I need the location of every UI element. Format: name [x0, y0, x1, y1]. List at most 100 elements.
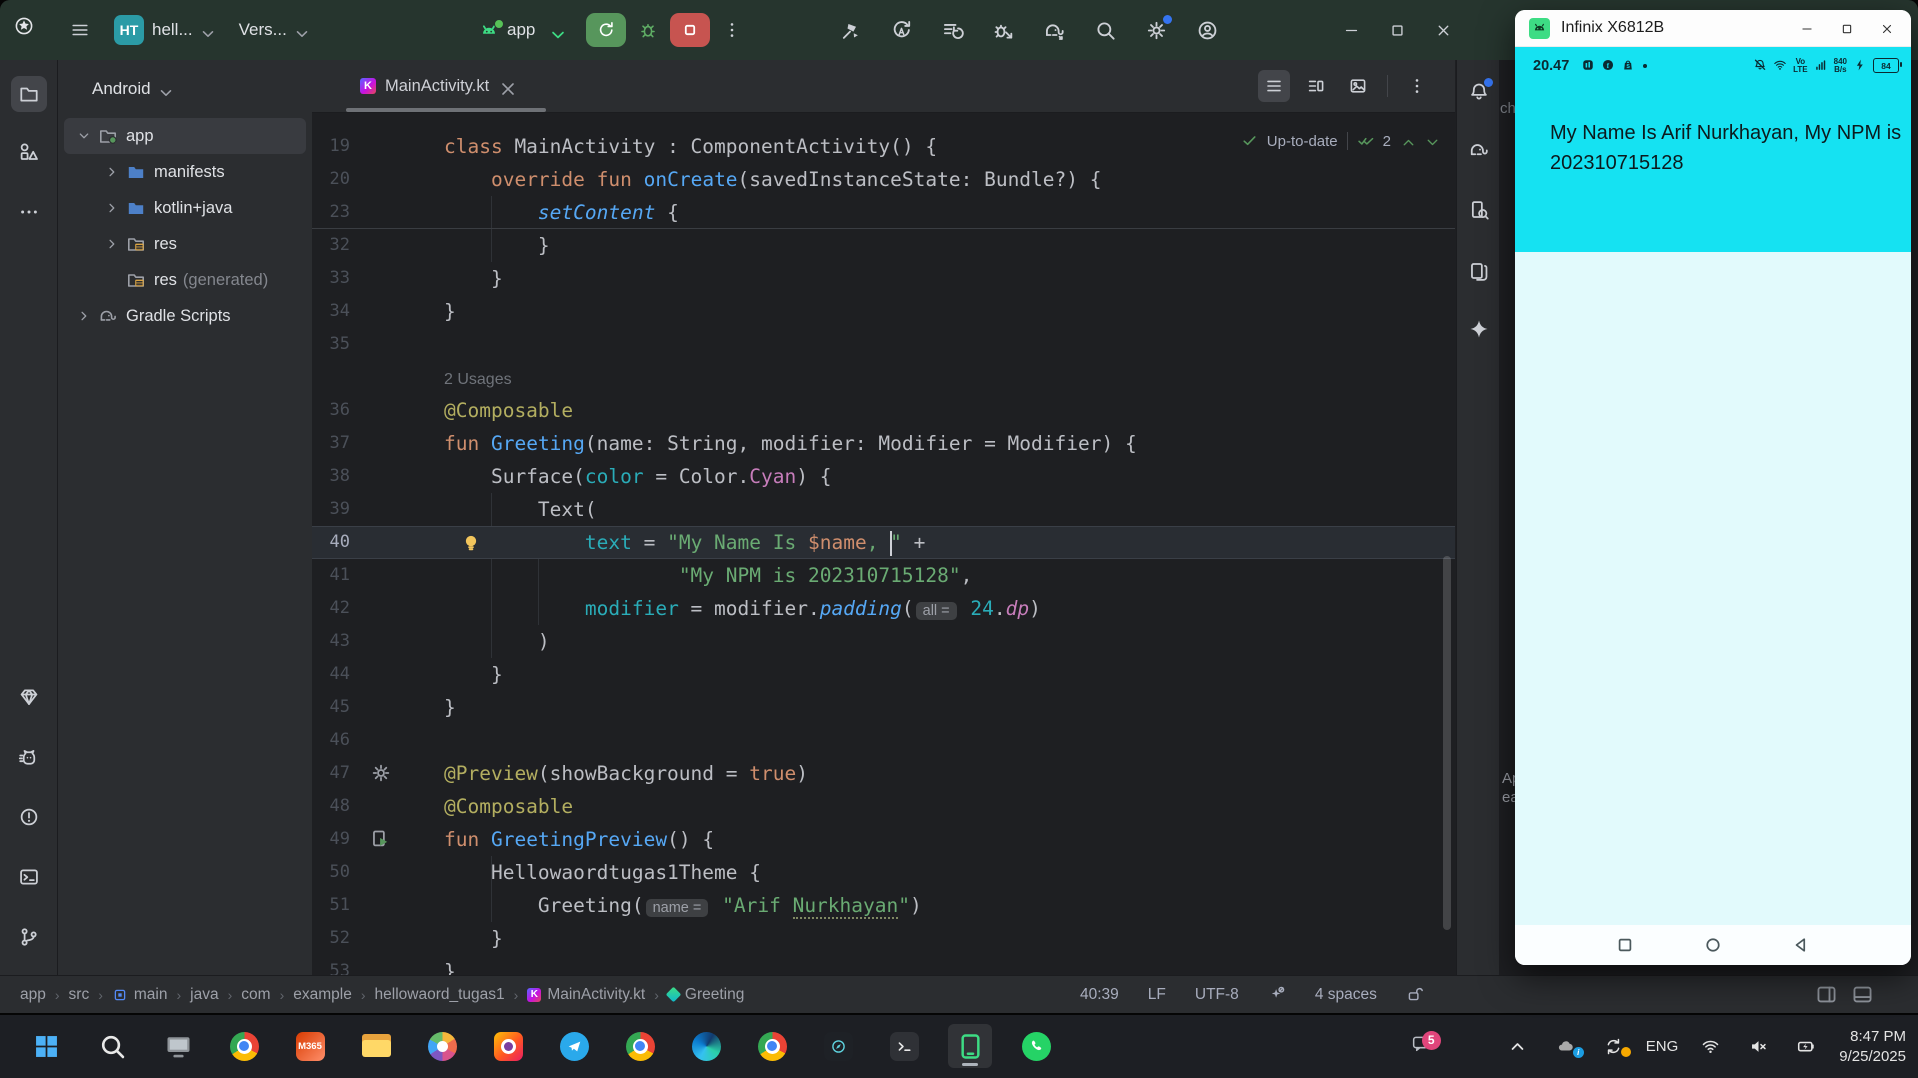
device-close-button[interactable] — [1867, 13, 1907, 43]
unlocked-icon[interactable] — [1406, 985, 1424, 1003]
line-number[interactable]: 45 — [312, 691, 350, 724]
taskbar-monitor-icon[interactable] — [156, 1024, 200, 1068]
line-separator[interactable]: LF — [1148, 986, 1166, 1004]
tool-window-gemini-button[interactable] — [1461, 311, 1497, 347]
language-indicator[interactable]: ENG — [1646, 1038, 1679, 1055]
home-button-icon[interactable] — [1704, 936, 1722, 954]
code-line[interactable]: 52 } — [312, 922, 1455, 955]
line-number[interactable]: 52 — [312, 922, 350, 955]
code-line[interactable]: 50 Hellowaordtugas1Theme { — [312, 856, 1455, 889]
run-configuration-selector[interactable]: app — [470, 13, 570, 47]
maximize-button[interactable] — [1374, 0, 1420, 60]
debug-button[interactable] — [632, 14, 664, 46]
project-view-selector[interactable]: Android — [58, 60, 312, 118]
line-number[interactable]: 42 — [312, 592, 350, 625]
profile-button[interactable] — [1190, 13, 1225, 48]
run-gutter-icon[interactable] — [370, 828, 392, 850]
tree-chevron-icon[interactable] — [104, 236, 120, 252]
sync-status-icon[interactable] — [1598, 1036, 1631, 1057]
minimize-button[interactable] — [1328, 0, 1374, 60]
line-number[interactable]: 53 — [312, 955, 350, 975]
line-number[interactable]: 47 — [312, 757, 350, 790]
code-line[interactable]: 34} — [312, 295, 1455, 328]
taskbar-chrome-icon[interactable] — [618, 1024, 662, 1068]
previous-problem-icon[interactable] — [1400, 134, 1415, 149]
taskbar-telegram-icon[interactable] — [552, 1024, 596, 1068]
apply-changes-button[interactable] — [884, 13, 919, 48]
code-line[interactable]: 36 @Composable — [312, 394, 1455, 427]
code-line[interactable]: 42 modifier = modifier.padding(all = 24.… — [312, 592, 1455, 625]
project-name[interactable]: hell... — [152, 20, 193, 40]
project-tree-item-manifests[interactable]: manifests — [64, 154, 306, 190]
code-line[interactable]: 48 @Composable — [312, 790, 1455, 823]
line-number[interactable]: 41 — [312, 559, 350, 592]
line-number[interactable]: 35 — [312, 328, 350, 361]
code-view-button[interactable] — [1258, 70, 1290, 102]
code-line[interactable]: 51 Greeting(name = "Arif Nurkhayan") — [312, 889, 1455, 922]
line-number[interactable]: 37 — [312, 427, 350, 460]
line-number[interactable]: 33 — [312, 262, 350, 295]
notification-badge-icon[interactable]: 5 — [1411, 1030, 1441, 1060]
taskbar-chrome-icon[interactable] — [750, 1024, 794, 1068]
profiler-button[interactable] — [935, 13, 970, 48]
code-line[interactable]: 41 "My NPM is 202310715128", — [312, 559, 1455, 592]
usages-inlay-hint[interactable]: 2 Usages — [444, 371, 512, 388]
inspection-widget[interactable]: Up-to-date 2 — [1241, 132, 1439, 150]
breadcrumb-item-app[interactable]: app — [20, 986, 46, 1004]
tool-window-notifications-button[interactable] — [1461, 74, 1497, 110]
settings-button[interactable] — [1139, 13, 1174, 48]
tool-window-layout-icon[interactable] — [1815, 983, 1838, 1006]
line-number[interactable]: 46 — [312, 724, 350, 757]
line-number[interactable]: 36 — [312, 394, 350, 427]
line-number[interactable]: 44 — [312, 658, 350, 691]
code-area[interactable]: 19 class MainActivity : ComponentActivity… — [312, 112, 1455, 975]
line-number[interactable]: 39 — [312, 493, 350, 526]
tool-window-gradle-button[interactable] — [1461, 132, 1497, 168]
line-number[interactable]: 49 — [312, 823, 350, 856]
code-line[interactable]: 2 Usages — [312, 361, 1455, 394]
code-line[interactable]: 39 Text( — [312, 493, 1455, 526]
attach-debugger-button[interactable] — [986, 13, 1021, 48]
tool-window-project-button[interactable] — [11, 76, 47, 112]
chevron-down-icon[interactable] — [198, 24, 213, 39]
volume-muted-icon[interactable] — [1743, 1036, 1774, 1057]
line-number[interactable]: 50 — [312, 856, 350, 889]
gradle-sync-button[interactable] — [1037, 13, 1072, 48]
editor-options-button[interactable] — [1401, 70, 1433, 102]
project-tree-item-res[interactable]: res — [64, 226, 306, 262]
tool-window-problems-button[interactable] — [11, 799, 47, 835]
next-problem-icon[interactable] — [1424, 134, 1439, 149]
tab-close-icon[interactable] — [498, 79, 515, 95]
code-line[interactable]: 44 } — [312, 658, 1455, 691]
taskbar-photos-icon[interactable] — [420, 1024, 464, 1068]
taskbar-device-mirror-icon[interactable] — [948, 1024, 992, 1068]
code-line[interactable]: 43 ) — [312, 625, 1455, 658]
more-run-options-button[interactable] — [716, 14, 748, 46]
wifi-tray-icon[interactable] — [1695, 1036, 1726, 1057]
ai-assistant-disabled-icon[interactable] — [1268, 985, 1286, 1003]
project-tree-item-app[interactable]: app — [64, 118, 306, 154]
device-app-screen[interactable]: My Name Is Arif Nurkhayan, My NPM is 202… — [1515, 84, 1911, 252]
main-menu-button[interactable] — [64, 14, 96, 46]
code-line[interactable]: 46 — [312, 724, 1455, 757]
taskbar-search-icon[interactable] — [90, 1024, 134, 1068]
taskbar-clock[interactable]: 8:47 PM 9/25/2025 — [1839, 1027, 1906, 1067]
taskbar-start-icon[interactable] — [24, 1024, 68, 1068]
line-number[interactable]: 48 — [312, 790, 350, 823]
tree-chevron-icon[interactable] — [104, 164, 120, 180]
line-number[interactable]: 34 — [312, 295, 350, 328]
close-button[interactable] — [1420, 0, 1466, 60]
code-line[interactable]: 45} — [312, 691, 1455, 724]
recents-button-icon[interactable] — [1616, 936, 1634, 954]
line-number[interactable]: 43 — [312, 625, 350, 658]
line-number[interactable]: 38 — [312, 460, 350, 493]
line-number[interactable]: 32 — [312, 229, 350, 262]
breadcrumb-item-mainactivity-kt[interactable]: K MainActivity.kt — [527, 986, 645, 1004]
design-view-button[interactable] — [1342, 70, 1374, 102]
tool-window-resource-manager-button[interactable] — [11, 134, 47, 170]
split-view-button[interactable] — [1300, 70, 1332, 102]
line-number[interactable]: 23 — [312, 196, 350, 229]
code-line[interactable]: 35 — [312, 328, 1455, 361]
breadcrumb-item-main[interactable]: main — [112, 986, 168, 1004]
editor-scrollbar[interactable] — [1443, 556, 1451, 930]
